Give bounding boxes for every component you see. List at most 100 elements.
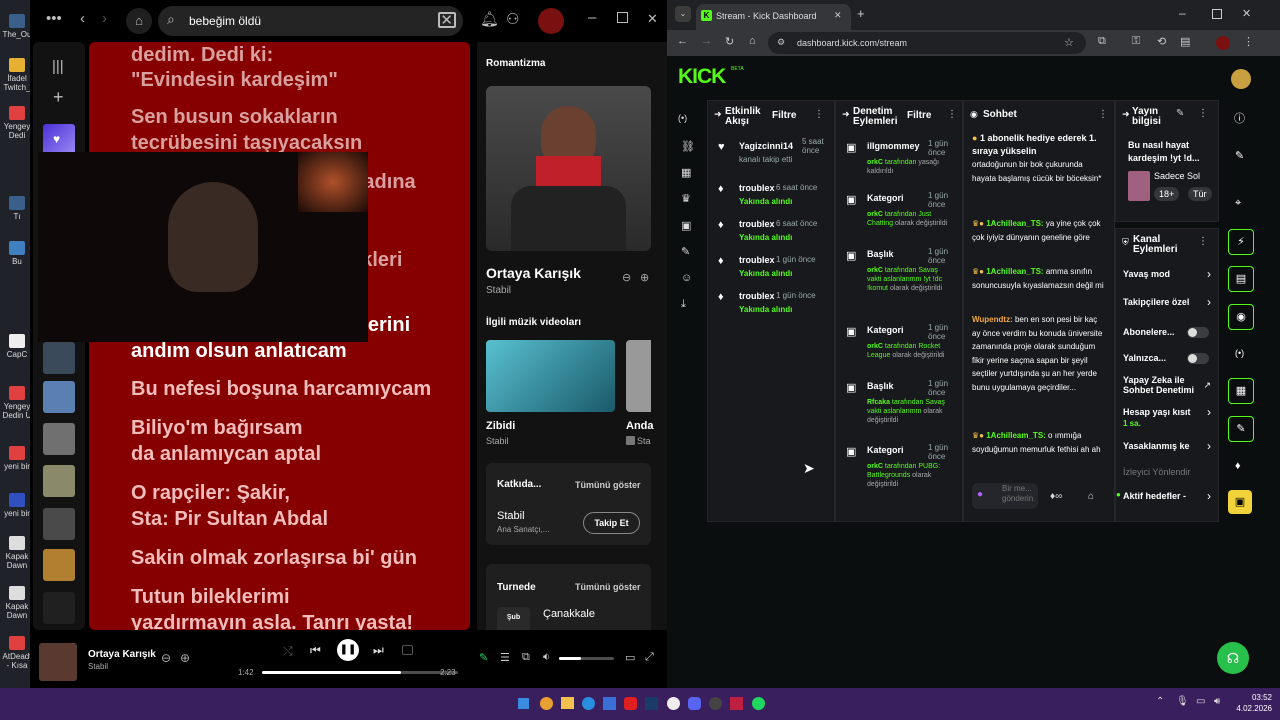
kick-logo[interactable]: KICK [678, 65, 726, 89]
video-thumb[interactable] [626, 340, 651, 412]
repeat-icon[interactable] [402, 645, 413, 655]
playlist-thumb[interactable] [43, 342, 75, 374]
info-icon[interactable]: ⓘ [1234, 110, 1245, 126]
toggle-switch[interactable] [1187, 327, 1209, 338]
reload-icon[interactable]: ↻ [725, 35, 734, 48]
lyric-line[interactable]: yazdırmayın asla. Tanrı yasta! [131, 610, 413, 630]
chevron-right-icon[interactable]: › [1207, 439, 1211, 453]
chevron-right-icon[interactable]: › [1207, 267, 1211, 281]
media-icon[interactable]: ▣ [681, 219, 691, 232]
new-tab-icon[interactable]: + [857, 6, 865, 21]
chrome-taskbar-icon[interactable] [540, 697, 553, 710]
quick-action-button[interactable]: ⚡ [1228, 229, 1254, 255]
channel-action-item[interactable]: Yavaş mod › [1123, 267, 1213, 293]
desktop-icon[interactable]: yeni bir [2, 493, 32, 518]
link-icon[interactable]: ⛓ [681, 140, 695, 153]
desktop-icon[interactable]: Yengey Dedi [2, 106, 32, 140]
start-icon[interactable] [518, 698, 529, 709]
lyric-line[interactable]: Tutun bileklerimi [131, 584, 290, 610]
bell-icon[interactable]: 🔔︎ [480, 10, 499, 28]
activity-item[interactable]: ♦ troublex 1 gün önce Yakında alındı [714, 291, 830, 325]
app-taskbar-icon[interactable] [667, 697, 680, 710]
friends-icon[interactable]: ⚇ [506, 10, 519, 28]
network-icon[interactable]: ▭ [1196, 696, 1205, 707]
search-input[interactable]: ⌕ bebeğim öldü ✕ [158, 6, 463, 36]
obs-taskbar-icon[interactable] [709, 697, 722, 710]
edit-icon[interactable]: ✎ [1235, 149, 1244, 162]
lyric-line[interactable]: O rapçiler: Şakir, [131, 480, 290, 506]
remove-icon[interactable]: ⊖ [161, 651, 171, 665]
drops-icon[interactable]: ♦ [1235, 460, 1241, 472]
video-title[interactable]: Zibidi [486, 420, 515, 432]
edge-taskbar-icon[interactable] [582, 697, 595, 710]
mic-icon[interactable]: 🎙︎ [1176, 696, 1189, 707]
video-title[interactable]: Anda [626, 420, 654, 432]
chat-message[interactable]: ♛● 1Achillean_TS: amma sınıfın sonuncusu… [972, 265, 1104, 292]
lyric-line[interactable]: Bu nefesi boşuna harcamıycam [131, 376, 431, 402]
activity-item[interactable]: ♥ Yagizcinni14 5 saat önce kanalı takip ett… [714, 137, 830, 175]
minimize-icon[interactable]: – [1179, 6, 1186, 20]
youtube-taskbar-icon[interactable] [624, 697, 637, 710]
track-artist[interactable]: Stabil [486, 285, 511, 296]
tools-button[interactable]: ✎ [1228, 416, 1254, 442]
add-icon[interactable]: + [53, 87, 64, 108]
remove-icon[interactable]: ⊖ [622, 271, 631, 284]
more-icon[interactable]: ⋮ [1198, 108, 1208, 119]
desktop-icon[interactable]: yeni bir [2, 446, 32, 471]
profile-avatar[interactable] [1216, 36, 1230, 50]
activity-filter[interactable]: Filtre [772, 110, 796, 121]
stream-icon[interactable]: (•) [678, 113, 687, 123]
add-icon[interactable]: ⊕ [180, 651, 190, 665]
channel-action-item[interactable]: Takipçilere özel › [1123, 295, 1213, 321]
notes-button[interactable]: ▤ [1228, 266, 1254, 292]
desktop-icon[interactable]: Yengey Dedin U [2, 386, 32, 420]
desktop-icon[interactable]: CapC [2, 334, 32, 359]
activity-item[interactable]: ♦ troublex 6 saat önce Yakında alındı [714, 219, 830, 253]
lyrics-icon[interactable]: ✎ [479, 651, 488, 664]
shuffle-icon[interactable]: ⤭ [283, 644, 293, 659]
playlist-thumb[interactable] [43, 381, 75, 413]
edit-icon[interactable]: ✎ [1176, 108, 1184, 119]
external-link-icon[interactable]: ↗ [1203, 380, 1211, 391]
support-chat-button[interactable]: ☊ [1217, 642, 1249, 674]
bookmark-icon[interactable]: ☆ [1064, 36, 1074, 49]
channel-action-item[interactable]: Yalnızca... [1123, 353, 1213, 377]
queue-icon[interactable]: ☰ [500, 651, 510, 664]
add-icon[interactable]: ⊕ [640, 271, 649, 284]
chat-input[interactable]: ● Bir me... gönderin [972, 483, 1038, 509]
playlist-thumb[interactable] [43, 465, 75, 497]
activity-item[interactable]: ♦ troublex 1 gün önce Yakında alındı [714, 255, 830, 289]
fullscreen-icon[interactable]: ⤢ [645, 651, 654, 664]
volume-icon[interactable]: 🔊︎ [1214, 696, 1220, 707]
layout-button[interactable]: ▦ [1228, 378, 1254, 404]
passwords-icon[interactable]: ⚿ [1132, 35, 1140, 48]
desktop-icon[interactable]: The_Ou [2, 14, 32, 39]
spotify-taskbar-icon[interactable] [752, 697, 765, 710]
community-icon[interactable]: ☺ [681, 272, 692, 284]
lyric-line[interactable]: da anlamıycan aptal [131, 441, 321, 467]
player-artist[interactable]: Stabil [88, 662, 108, 671]
toggle-switch[interactable] [1187, 353, 1209, 364]
forward-icon[interactable]: › [102, 10, 107, 27]
channel-action-item[interactable]: Yapay Zeka ile Sohbet Denetimi ↗ [1123, 375, 1213, 399]
browse-icon[interactable] [438, 12, 456, 28]
more-icon[interactable]: ⋮ [1098, 109, 1108, 120]
site-info-icon[interactable]: ⚙ [777, 37, 785, 48]
tab-search-icon[interactable]: ⌄ [675, 6, 691, 22]
trophy-icon[interactable]: ♛ [681, 192, 691, 205]
pause-button[interactable]: ❚❚ [337, 639, 359, 661]
credit-name[interactable]: Stabil [497, 510, 525, 522]
tray-overflow-icon[interactable]: ⌃ [1156, 696, 1164, 707]
broadcast-icon[interactable]: (•) [1235, 348, 1244, 358]
more-icon[interactable]: ⋮ [947, 109, 957, 120]
tab-kick-dashboard[interactable]: K Stream - Kick Dashboard ✕ [696, 4, 851, 30]
lyric-line[interactable]: Sta: Pir Sultan Abdal [131, 506, 328, 532]
devices-icon[interactable]: ⧉ [522, 651, 530, 664]
close-icon[interactable]: ✕ [1242, 7, 1251, 20]
playlist-thumb[interactable] [43, 423, 75, 455]
app-taskbar-icon[interactable] [730, 697, 743, 710]
lyric-line[interactable]: Sen busun sokakların [131, 104, 338, 130]
volume-icon[interactable]: 🔉︎ [543, 651, 550, 664]
close-icon[interactable]: ✕ [647, 11, 658, 27]
credits-show-all[interactable]: Tümünü göster [575, 480, 641, 490]
